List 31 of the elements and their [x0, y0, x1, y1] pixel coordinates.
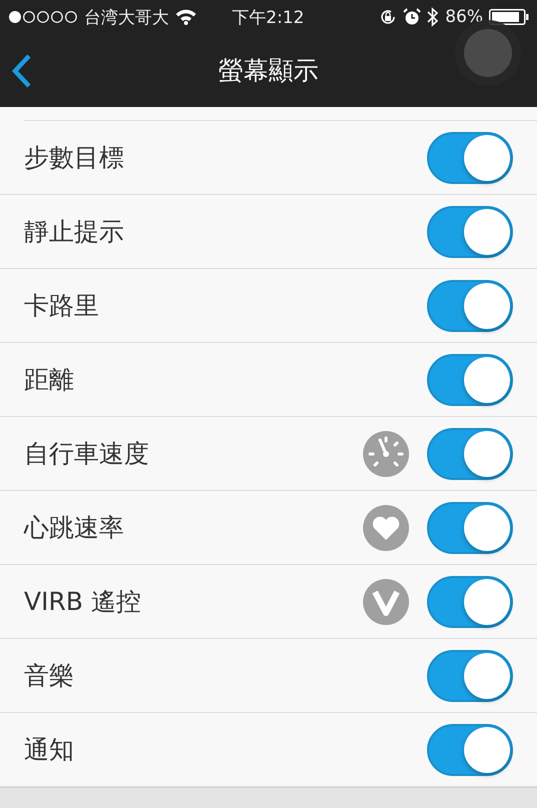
v-logo-icon: [363, 578, 409, 625]
setting-label: 心跳速率: [24, 512, 125, 544]
setting-label: VIRB 遙控: [24, 586, 142, 618]
toggle-switch[interactable]: [427, 724, 513, 776]
toggle-switch[interactable]: [427, 280, 513, 332]
setting-label: 音樂: [24, 660, 75, 692]
setting-label: 靜止提示: [24, 216, 125, 248]
rotation-lock-icon: [379, 8, 398, 26]
setting-label: 距離: [24, 364, 75, 396]
back-button[interactable]: [10, 52, 32, 89]
alarm-icon: [403, 8, 422, 26]
toggle-switch[interactable]: [427, 354, 513, 406]
toggle-switch[interactable]: [427, 132, 513, 184]
screen-title: 螢幕顯示: [218, 55, 318, 88]
setting-label: 卡路里: [24, 290, 100, 322]
toggle-switch[interactable]: [427, 428, 513, 480]
setting-label: 自行車速度: [24, 438, 150, 470]
setting-label: 步數目標: [24, 142, 125, 174]
wifi-icon: [175, 9, 197, 26]
toggle-switch[interactable]: [427, 502, 513, 554]
bluetooth-icon: [427, 7, 440, 28]
toggle-switch[interactable]: [427, 576, 513, 628]
signal-icon: [8, 10, 78, 24]
toggle-switch[interactable]: [427, 650, 513, 702]
battery-percent: 86%: [445, 7, 483, 28]
status-time: 下午2:12: [232, 6, 304, 29]
speedometer-icon: [363, 430, 409, 477]
setting-label: 通知: [24, 734, 75, 766]
carrier-name: 台湾大哥大: [84, 6, 169, 29]
toggle-switch[interactable]: [427, 206, 513, 258]
battery-icon: [488, 9, 529, 26]
